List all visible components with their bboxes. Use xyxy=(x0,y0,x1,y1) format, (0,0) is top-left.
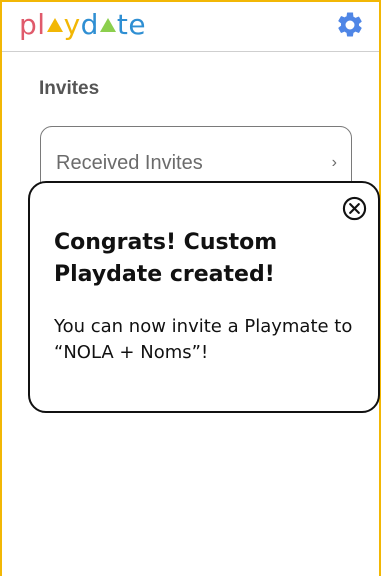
logo-letter: d xyxy=(80,8,99,41)
logo-letter: e xyxy=(128,8,147,41)
logo-letter: p xyxy=(19,8,38,41)
logo-letter: t xyxy=(116,8,129,41)
app-header: pl yd te xyxy=(2,2,379,52)
playdate-logo[interactable]: pl yd te xyxy=(19,8,146,42)
logo-letter: y xyxy=(63,8,81,41)
invites-heading: Invites xyxy=(39,78,100,99)
logo-triangle xyxy=(99,18,116,32)
logo-triangle xyxy=(46,18,63,32)
modal-title: Congrats! Custom Playdate created! xyxy=(54,230,278,287)
gear-icon[interactable] xyxy=(335,10,365,40)
close-circle-icon[interactable] xyxy=(342,196,367,221)
received-invites-label: Received Invites xyxy=(56,152,203,174)
modal-message: You can now invite a Playmate to “NOLA +… xyxy=(54,316,353,363)
success-modal: Congrats! Custom Playdate created! You c… xyxy=(28,181,380,413)
chevron-right-icon: › xyxy=(331,154,337,171)
logo-letter: l xyxy=(37,8,46,41)
